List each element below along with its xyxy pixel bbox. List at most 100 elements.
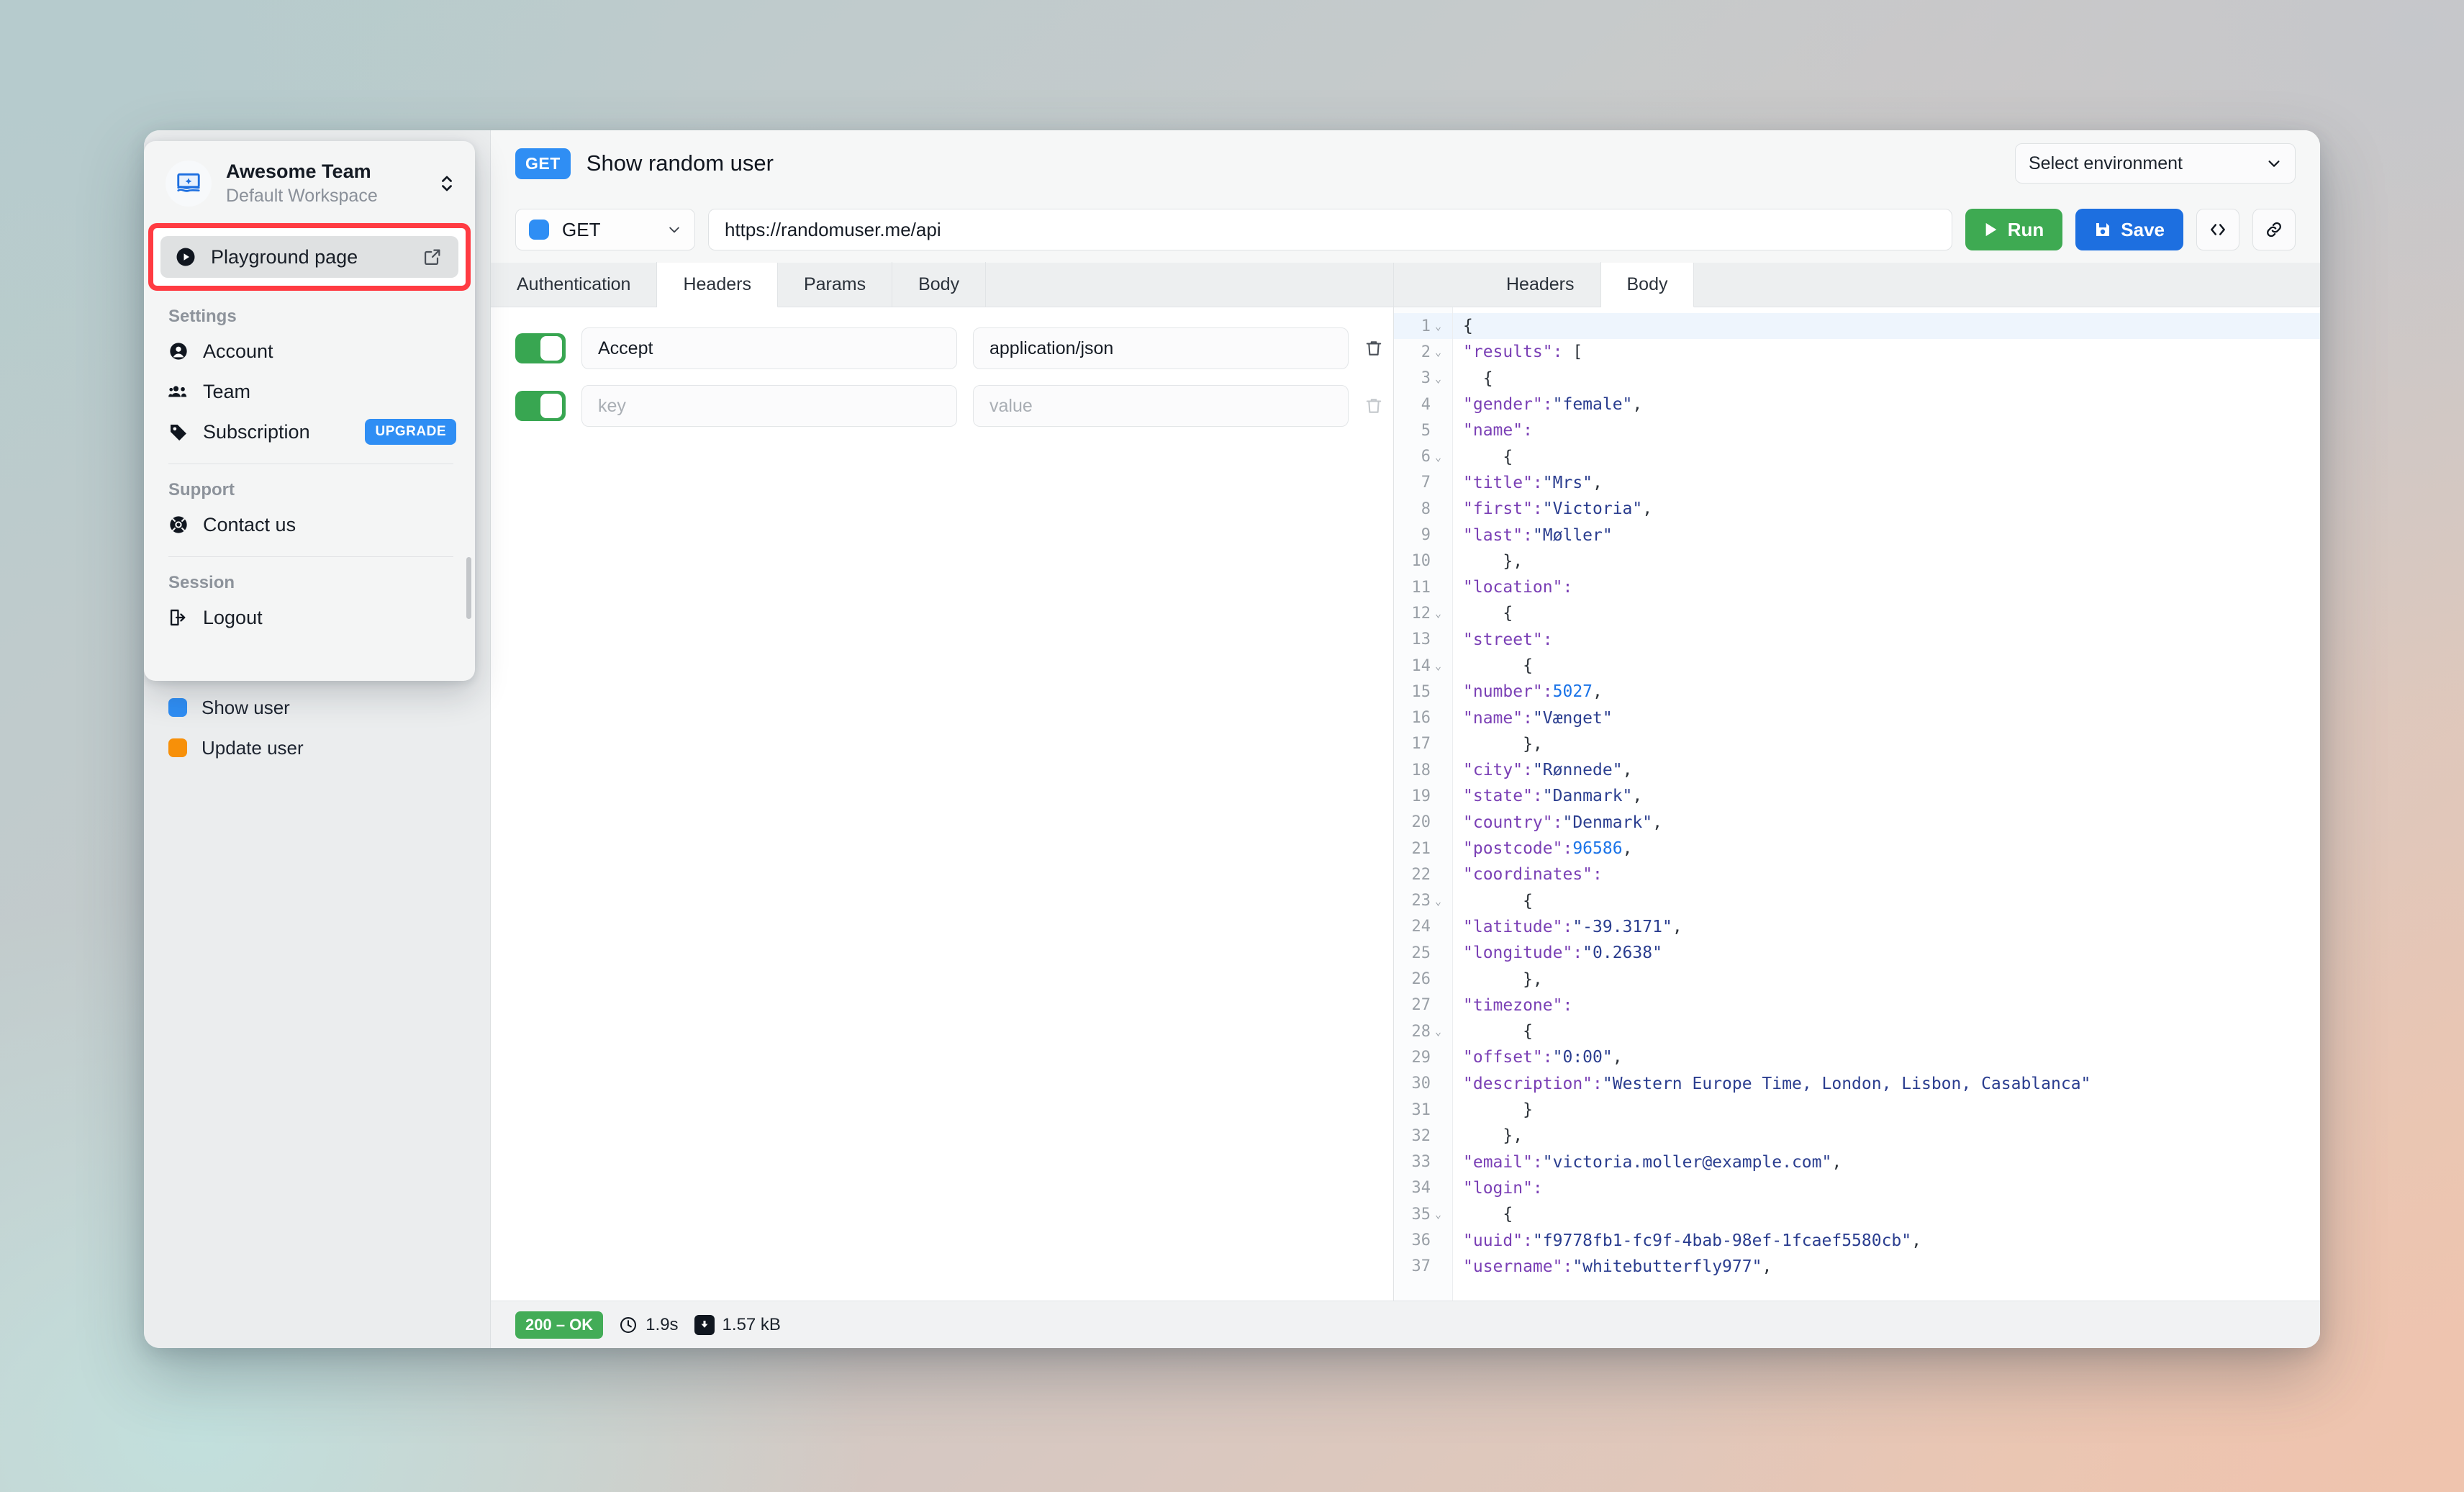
sidebar-request-update-user[interactable]: Update user [144, 728, 490, 768]
response-code-viewer: 1 ⌄ 2 ⌄ 3 ⌄ 4 5 6 ⌄ 7 8 9 10 11 12 ⌄ 13 14 ⌄ 15 16 17 18 19 20 21 2… [1394, 307, 2320, 1301]
url-toolbar: GET https://randomuser.me/api Run Save [491, 196, 2320, 263]
environment-select[interactable]: Select environment [2015, 143, 2296, 184]
code-line: "gender": "female", [1463, 395, 1643, 415]
sidebar-item-logout[interactable]: Logout [144, 597, 475, 638]
header-key-input[interactable]: key [581, 385, 957, 427]
code-content[interactable]: { "results": [ { "gender": "female", "na… [1453, 307, 2320, 1301]
method-select[interactable]: GET [515, 209, 695, 250]
header-key-input[interactable]: Accept [581, 327, 957, 369]
code-line-number: 20 [1411, 813, 1431, 832]
code-line-number: 13 [1411, 630, 1431, 649]
code-line-number: 29 [1411, 1048, 1431, 1067]
method-select-label: GET [562, 218, 601, 240]
code-line-number: 33 [1411, 1153, 1431, 1172]
workspace-header[interactable]: Awesome Team Default Workspace [144, 141, 475, 223]
code-line-number: 25 [1411, 944, 1431, 962]
code-line: }, [1463, 551, 1523, 571]
sidebar-item-label: Team [203, 380, 251, 402]
menu-section-label-settings: Settings [168, 307, 237, 327]
chevron-down-icon [667, 222, 681, 237]
response-size: 1.57 kB [694, 1314, 781, 1335]
sidebar-item-contact-us[interactable]: Contact us [144, 505, 475, 545]
workspace-subtitle: Default Workspace [226, 185, 378, 206]
app-window: Show user Update user Awesome Team Defau… [144, 130, 2320, 1348]
code-line-number: 16 [1411, 709, 1431, 728]
code-line: "location": [1463, 578, 1573, 597]
code-line: "last": "Møller" [1463, 525, 1613, 545]
code-line: { [1463, 891, 1533, 910]
sidebar-request-label: Update user [201, 736, 304, 759]
header-enable-toggle[interactable] [515, 391, 566, 421]
code-line: { [1463, 604, 1513, 623]
tab-body[interactable]: Body [892, 262, 987, 307]
trash-icon[interactable] [1364, 397, 1383, 415]
sidebar-item-subscription[interactable]: Subscription UPGRADE [144, 412, 475, 452]
code-line-number: 4 [1421, 395, 1431, 414]
code-line: "coordinates": [1463, 865, 1603, 885]
user-circle-icon [168, 341, 189, 361]
tab-params[interactable]: Params [778, 262, 893, 307]
sidebar-item-playground-page[interactable]: Playground page [160, 236, 458, 279]
code-line: }, [1463, 734, 1543, 754]
link-icon[interactable] [2252, 209, 2296, 250]
lifebuoy-icon [168, 515, 189, 535]
code-line: { [1463, 447, 1513, 466]
code-line: "name": "Vænget" [1463, 708, 1613, 728]
tab-authentication[interactable]: Authentication [491, 262, 658, 307]
save-button-label: Save [2121, 218, 2165, 240]
tab-response-headers[interactable]: Headers [1480, 262, 1601, 307]
code-line: "uuid": "f9778fb1-fc9f-4bab-98ef-1fcaef5… [1463, 1231, 1921, 1250]
trash-icon[interactable] [1364, 339, 1383, 358]
code-line-number: 22 [1411, 865, 1431, 884]
sidebar-item-team[interactable]: Team [144, 371, 475, 412]
image-flag-icon [166, 160, 212, 207]
download-box-icon [694, 1314, 715, 1335]
environment-select-label: Select environment [2029, 153, 2183, 173]
chevron-up-down-icon[interactable] [435, 173, 459, 194]
code-line-number: 7 [1421, 474, 1431, 492]
code-line-number: 31 [1411, 1100, 1431, 1119]
code-line-number: 21 [1411, 839, 1431, 858]
request-pane: Authentication Headers Params Body Accep… [491, 262, 1394, 1301]
method-color-dot [529, 220, 549, 240]
sidebar-item-account[interactable]: Account [144, 331, 475, 371]
header-enable-toggle[interactable] [515, 333, 566, 363]
code-line-number: 28 ⌄ [1411, 1022, 1442, 1041]
menu-section-label-support: Support [168, 480, 235, 500]
url-input[interactable]: https://randomuser.me/api [708, 209, 1952, 250]
code-line: "username": "whitebutterfly977", [1463, 1257, 1772, 1276]
request-tabstrip: Authentication Headers Params Body [491, 262, 1393, 307]
tab-headers[interactable]: Headers [657, 263, 778, 307]
code-line: { [1463, 1205, 1513, 1224]
code-line-number: 37 [1411, 1257, 1431, 1276]
upgrade-badge[interactable]: UPGRADE [365, 419, 456, 446]
sidebar-request-show-user[interactable]: Show user [144, 687, 490, 728]
code-line: } [1463, 1100, 1533, 1120]
code-line-number: 3 ⌄ [1421, 369, 1442, 388]
header-row: Accept application/json [515, 327, 1382, 369]
page-title: Show random user [586, 150, 774, 176]
run-button[interactable]: Run [1965, 209, 2063, 250]
code-brackets-icon[interactable] [2196, 209, 2239, 250]
save-button[interactable]: Save [2075, 209, 2183, 250]
tag-icon [168, 422, 189, 442]
sidebar-item-label: Playground page [211, 245, 358, 268]
header-value-input[interactable]: application/json [973, 327, 1349, 369]
code-line-number: 10 [1411, 552, 1431, 571]
external-link-icon[interactable] [422, 247, 443, 267]
tab-response-body[interactable]: Body [1600, 263, 1695, 307]
code-line-number: 24 [1411, 918, 1431, 936]
response-time-label: 1.9s [646, 1314, 679, 1334]
code-line: { [1463, 656, 1533, 675]
split-panes: Authentication Headers Params Body Accep… [491, 262, 2320, 1301]
header-value-input[interactable]: value [973, 385, 1349, 427]
request-color-dot [168, 738, 187, 757]
popup-scrollbar[interactable] [466, 557, 471, 619]
code-line-number: 32 [1411, 1126, 1431, 1145]
code-line: { [1453, 313, 2320, 340]
code-line: }, [1463, 969, 1543, 989]
sidebar-item-label: Contact us [203, 513, 296, 535]
code-line: "longitude": "0.2638" [1463, 944, 1662, 963]
code-line-number: 2 ⌄ [1421, 343, 1442, 361]
sidebar-item-label: Account [203, 340, 273, 362]
